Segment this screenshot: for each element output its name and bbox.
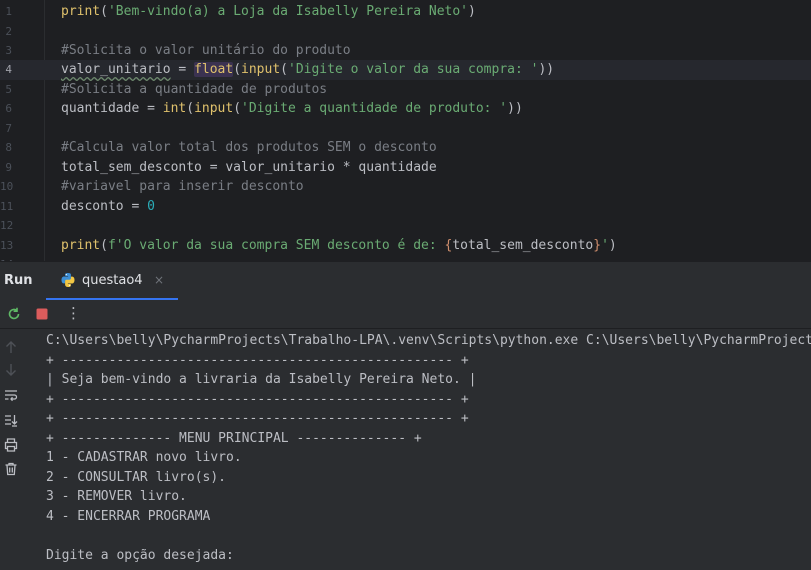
console-input-prompt[interactable]: Digite a opção desejada: — [46, 546, 234, 566]
run-panel-title: Run — [4, 273, 33, 288]
line-number: 3 — [5, 44, 12, 57]
rerun-icon[interactable] — [6, 306, 22, 322]
python-icon — [61, 273, 75, 287]
editor-line-2[interactable]: 2 — [0, 22, 811, 42]
line-number: 11 — [0, 199, 14, 213]
console-line: | Seja bem-vindo a livraria da Isabelly … — [46, 372, 477, 387]
editor-line-6[interactable]: 6 quantidade = int(input('Digite a quant… — [0, 99, 811, 119]
editor-line-10[interactable]: 10 #variavel para inserir desconto — [0, 177, 811, 197]
code-text[interactable]: total_sem_desconto = valor_unitario * qu… — [61, 158, 437, 178]
editor-line-1[interactable]: 1 print('Bem-vindo(a) a Loja da Isabelly… — [0, 2, 811, 22]
console-line: + --------------------------------------… — [46, 391, 469, 407]
editor-line-11[interactable]: 11 desconto = 0 — [0, 197, 811, 217]
editor-line-13[interactable]: 13 print(f'O valor da sua compra SEM des… — [0, 236, 811, 256]
line-number: 2 — [5, 24, 12, 38]
more-options-icon[interactable]: ⋮ — [66, 304, 81, 322]
editor-line-12[interactable]: 12 — [0, 216, 811, 236]
line-number: 12 — [0, 219, 14, 232]
console-line: + --------------------------------------… — [46, 411, 469, 426]
code-comment[interactable]: #Solicita o valor unitário do produto — [61, 41, 351, 61]
console-line: 2 - CONSULTAR livro(s). — [46, 469, 227, 485]
code-comment[interactable]: #Solicita a quantidade de produtos — [61, 80, 327, 100]
line-number: 7 — [5, 121, 12, 135]
console-line: 3 - REMOVER livro. — [46, 489, 187, 504]
editor-line-8[interactable]: 8 #Calcula valor total dos produtos SEM … — [0, 138, 811, 158]
stop-icon[interactable] — [34, 306, 50, 322]
tab-questao4[interactable]: questao4 × — [46, 262, 178, 300]
editor-line-5[interactable]: 5 #Solicita a quantidade de produtos — [0, 80, 811, 100]
code-editor[interactable]: 1 print('Bem-vindo(a) a Loja da Isabelly… — [0, 0, 811, 261]
line-number: 10 — [0, 180, 14, 193]
run-actions-bar: ⋮ — [0, 300, 811, 329]
soft-wrap-icon[interactable] — [2, 387, 20, 403]
line-number: 6 — [5, 102, 12, 115]
editor-line-9[interactable]: 9 total_sem_desconto = valor_unitario * … — [0, 158, 811, 178]
line-number: 1 — [5, 5, 12, 18]
arrow-down-icon[interactable] — [2, 362, 20, 378]
line-number: 13 — [0, 238, 14, 252]
console-line: 1 - CADASTRAR novo livro. — [46, 450, 242, 465]
line-number: 8 — [5, 141, 12, 154]
editor-line-7[interactable]: 7 — [0, 119, 811, 139]
console-line: + -------------- MENU PRINCIPAL --------… — [46, 430, 422, 446]
console-line: 4 - ENCERRAR PROGRAMA — [46, 508, 211, 524]
code-text[interactable]: quantidade = int(input('Digite a quantid… — [61, 99, 523, 119]
console-line: C:\Users\belly\PycharmProjects\Trabalho-… — [46, 333, 811, 348]
tab-label: questao4 — [82, 273, 143, 288]
run-tool-window-header: Run questao4 × — [0, 261, 811, 300]
code-text[interactable]: valor_unitario = float(input('Digite o v… — [61, 60, 554, 80]
console-line: + --------------------------------------… — [46, 352, 469, 368]
code-comment[interactable]: #variavel para inserir desconto — [61, 177, 304, 197]
line-number: 4 — [5, 63, 12, 76]
code-text[interactable]: print(f'O valor da sua compra SEM descon… — [61, 236, 617, 256]
console-output[interactable]: C:\Users\belly\PycharmProjects\Trabalho-… — [24, 329, 811, 570]
print-icon[interactable] — [2, 437, 20, 453]
code-comment[interactable]: #Calcula valor total dos produtos SEM o … — [61, 138, 437, 158]
scroll-to-end-icon[interactable] — [2, 412, 20, 428]
code-text[interactable]: print('Bem-vindo(a) a Loja da Isabelly P… — [61, 2, 476, 22]
line-number: 5 — [5, 82, 12, 96]
arrow-up-icon[interactable] — [2, 339, 20, 355]
code-text[interactable]: desconto = 0 — [61, 197, 155, 217]
close-icon[interactable]: × — [154, 273, 164, 287]
console-side-toolbar — [0, 329, 24, 570]
editor-line-4-current[interactable]: 4 valor_unitario = float(input('Digite o… — [0, 60, 811, 80]
line-number: 9 — [5, 160, 12, 174]
trash-icon[interactable] — [2, 461, 20, 477]
editor-line-3[interactable]: 3 #Solicita o valor unitário do produto — [0, 41, 811, 61]
